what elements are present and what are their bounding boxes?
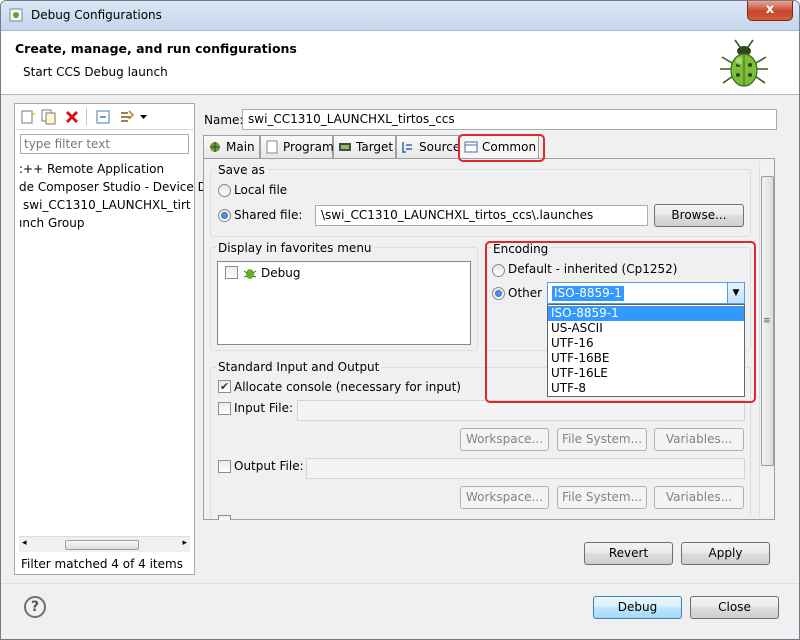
std-io-label: Standard Input and Output: [216, 360, 382, 374]
launch-config-tree-pane: type filter text :++ Remote Application …: [14, 103, 214, 575]
encoding-option[interactable]: ISO-8859-1: [548, 306, 744, 321]
input-filesystem-button[interactable]: File System...: [557, 428, 647, 451]
tree-toolbar: [15, 104, 194, 130]
favorites-label: Display in favorites menu: [216, 241, 374, 255]
shared-file-radio[interactable]: [218, 209, 231, 222]
tab-program[interactable]: Program: [260, 135, 334, 159]
common-tab-highlight: [458, 134, 545, 162]
shared-file-input[interactable]: \swi_CC1310_LAUNCHXL_tirtos_ccs\.launche…: [315, 205, 648, 226]
save-as-label: Save as: [216, 163, 267, 177]
tab-target[interactable]: Target: [333, 135, 396, 159]
output-file-checkbox[interactable]: [218, 460, 231, 473]
tab-label: Source: [419, 140, 461, 154]
input-file-field[interactable]: [297, 400, 745, 421]
allocate-console-label: Allocate console (necessary for input): [234, 380, 461, 394]
duplicate-icon[interactable]: [41, 109, 57, 125]
output-filesystem-button[interactable]: File System...: [557, 486, 647, 509]
window-icon: [9, 8, 23, 22]
target-tab-icon: [339, 143, 351, 151]
page-subtitle: Start CCS Debug launch: [23, 65, 168, 79]
config-name-input[interactable]: swi_CC1310_LAUNCHXL_tirtos_ccs: [242, 109, 777, 130]
encoding-option[interactable]: UTF-16LE: [548, 366, 744, 381]
encoding-option[interactable]: UTF-16: [548, 336, 744, 351]
tree-item[interactable]: ınch Group: [19, 216, 85, 232]
debug-icon: [243, 269, 257, 279]
grip-icon: ≡: [763, 316, 771, 326]
dropdown-arrow-icon[interactable]: [139, 109, 149, 125]
scroll-thumb[interactable]: [65, 540, 139, 550]
name-label: Name:: [204, 113, 244, 127]
output-file-field[interactable]: [306, 458, 745, 479]
local-file-radio[interactable]: [218, 184, 231, 197]
footer-separator: [1, 583, 799, 584]
window-close-button[interactable]: x: [747, 1, 793, 21]
close-button[interactable]: Close: [690, 596, 779, 619]
title-bar: Debug Configurations x: [1, 1, 799, 31]
output-workspace-button[interactable]: Workspace...: [460, 486, 549, 509]
append-checkbox[interactable]: [218, 515, 231, 520]
input-file-label: Input File:: [234, 401, 294, 415]
tab-label: Main: [226, 140, 255, 154]
tree-item[interactable]: :++ Remote Application: [19, 162, 164, 178]
tab-label: Target: [356, 140, 394, 154]
main-tab-icon: [210, 142, 220, 152]
tree-item[interactable]: de Composer Studio - Device De: [19, 180, 214, 196]
scroll-thumb[interactable]: ≡: [761, 176, 774, 466]
vertical-scrollbar[interactable]: ≡: [759, 162, 774, 517]
source-tab-icon: [402, 142, 412, 153]
apply-button[interactable]: Apply: [681, 542, 770, 565]
encoding-option[interactable]: UTF-8: [548, 381, 744, 396]
collapse-all-icon[interactable]: [95, 109, 111, 125]
filter-input[interactable]: type filter text: [20, 134, 189, 154]
browse-button[interactable]: Browse...: [654, 204, 744, 227]
input-file-checkbox[interactable]: [218, 402, 231, 415]
encoding-option[interactable]: US-ASCII: [548, 321, 744, 336]
allocate-console-checkbox[interactable]: ✔: [218, 380, 231, 393]
toolbar-separator: [86, 108, 87, 126]
revert-button[interactable]: Revert: [584, 542, 673, 565]
encoding-option[interactable]: UTF-16BE: [548, 351, 744, 366]
delete-icon[interactable]: [64, 109, 80, 125]
output-file-label: Output File:: [234, 459, 304, 473]
filter-icon[interactable]: [119, 109, 135, 125]
output-variables-button[interactable]: Variables...: [654, 486, 744, 509]
help-icon[interactable]: ?: [24, 596, 46, 618]
header-banner: Create, manage, and run configurations S…: [1, 31, 799, 95]
page-title: Create, manage, and run configurations: [15, 41, 297, 56]
tree-item-selected[interactable]: swi_CC1310_LAUNCHXL_tirtos_c: [23, 198, 191, 214]
encoding-dropdown-list: ISO-8859-1 US-ASCII UTF-16 UTF-16BE UTF-…: [547, 304, 745, 397]
tab-main[interactable]: Main: [203, 135, 260, 159]
new-config-icon[interactable]: [20, 109, 36, 125]
debug-configurations-window: Debug Configurations x Create, manage, a…: [0, 0, 800, 640]
shared-file-label: Shared file:: [234, 208, 303, 222]
local-file-label: Local file: [234, 183, 288, 197]
debug-button[interactable]: Debug: [593, 596, 682, 619]
filter-status-text: Filter matched 4 of 4 items: [21, 557, 183, 571]
scroll-right-icon[interactable]: ▸: [182, 538, 187, 548]
tab-source[interactable]: Source: [396, 135, 461, 159]
input-workspace-button[interactable]: Workspace...: [460, 428, 549, 451]
program-tab-icon: [266, 140, 278, 154]
favorite-debug-label: Debug: [261, 266, 301, 280]
debug-bug-icon: [720, 39, 768, 87]
tab-label: Program: [283, 140, 334, 154]
horizontal-scrollbar[interactable]: ◂ ▸: [19, 536, 190, 552]
input-variables-button[interactable]: Variables...: [654, 428, 744, 451]
window-title: Debug Configurations: [31, 8, 162, 22]
favorite-debug-checkbox[interactable]: [225, 266, 238, 279]
scroll-left-icon[interactable]: ◂: [22, 538, 27, 548]
